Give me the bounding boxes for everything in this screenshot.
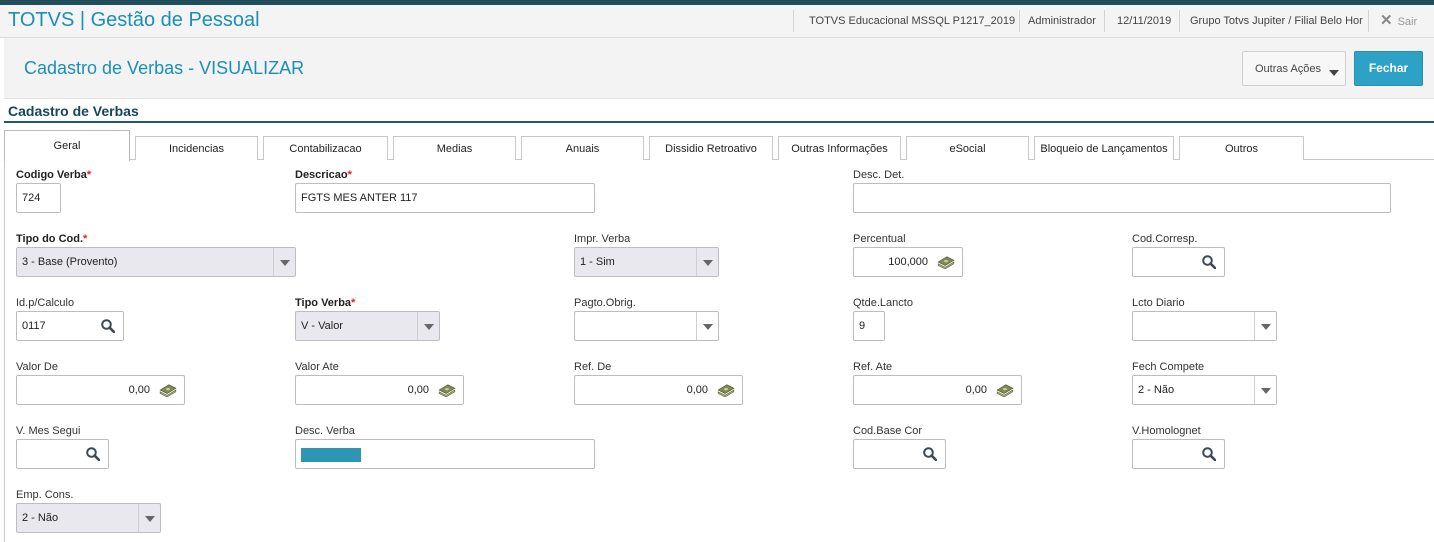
percentual-field[interactable]: 100,000 xyxy=(853,247,963,277)
money-icon[interactable] xyxy=(158,383,178,397)
logout-button[interactable]: ✕ Sair xyxy=(1380,5,1417,37)
header-divider xyxy=(1019,10,1020,32)
pagto-obrig-label: Pagto.Obrig. xyxy=(574,297,636,309)
company-branch[interactable]: Grupo Totvs Jupiter / Filial Belo Hor xyxy=(1190,5,1363,37)
tab-bloqueio-lancamentos[interactable]: Bloqueio de Lançamentos xyxy=(1034,136,1174,160)
cod-base-cor-label: Cod.Base Cor xyxy=(853,425,923,437)
ref-ate-field[interactable]: 0,00 xyxy=(853,375,1022,405)
desc-verba-label: Desc. Verba xyxy=(295,425,355,437)
money-icon[interactable] xyxy=(716,383,736,397)
tab-geral[interactable]: Geral xyxy=(4,130,130,161)
tipo-verba-label: Tipo Verba* xyxy=(295,297,356,309)
percentual-label: Percentual xyxy=(853,233,906,245)
tipo-cod-label: Tipo do Cod.* xyxy=(16,233,88,245)
search-icon[interactable] xyxy=(101,319,115,333)
v-mes-segui-label: V. Mes Segui xyxy=(16,425,81,437)
valor-ate-field[interactable]: 0,00 xyxy=(295,375,464,405)
user-name[interactable]: Administrador xyxy=(1028,5,1096,37)
chevron-down-icon xyxy=(417,312,439,340)
chevron-down-icon xyxy=(138,504,160,532)
tipo-cod-select[interactable]: 3 - Base (Provento) xyxy=(16,247,296,277)
other-actions-button[interactable]: Outras Ações xyxy=(1242,51,1346,86)
valor-ate-label: Valor Ate xyxy=(295,361,339,373)
cod-corresp-field[interactable] xyxy=(1132,247,1225,277)
ref-de-label: Ref. De xyxy=(574,361,612,373)
search-icon[interactable] xyxy=(923,447,937,461)
section-divider xyxy=(4,121,1434,123)
desc-det-field[interactable] xyxy=(853,183,1391,213)
search-icon[interactable] xyxy=(86,447,100,461)
tab-outros[interactable]: Outros xyxy=(1179,136,1304,160)
chevron-down-icon xyxy=(273,248,295,276)
chevron-down-icon xyxy=(696,248,718,276)
impr-verba-label: Impr. Verba xyxy=(574,233,631,245)
id-calculo-label: Id.p/Calculo xyxy=(16,297,75,309)
page-titlebar: Cadastro de Verbas - VISUALIZAR Outras A… xyxy=(4,38,1434,99)
chevron-down-icon xyxy=(1254,376,1276,404)
lcto-diario-select[interactable] xyxy=(1132,311,1277,341)
ref-ate-label: Ref. Ate xyxy=(853,361,893,373)
system-date[interactable]: 12/11/2019 xyxy=(1117,5,1171,37)
fech-compete-label: Fech Compete xyxy=(1132,361,1205,373)
money-icon[interactable] xyxy=(437,383,457,397)
close-button[interactable]: Fechar xyxy=(1354,51,1423,86)
fech-compete-select[interactable]: 2 - Não xyxy=(1132,375,1277,405)
logout-label: Sair xyxy=(1397,16,1418,28)
valor-de-label: Valor De xyxy=(16,361,58,373)
money-icon[interactable] xyxy=(995,383,1015,397)
codigo-verba-label: Codigo Verba* xyxy=(16,169,92,181)
chevron-down-icon xyxy=(1254,312,1276,340)
app-title: TOTVS | Gestão de Pessoal xyxy=(8,9,260,31)
header-divider xyxy=(1179,10,1180,32)
tab-medias[interactable]: Medias xyxy=(393,136,516,160)
tab-contabilizacao[interactable]: Contabilizacao xyxy=(263,136,388,160)
form-panel xyxy=(4,160,1434,542)
emp-cons-label: Emp. Cons. xyxy=(16,489,74,501)
environment-name: TOTVS Educacional MSSQL P1217_2019 xyxy=(809,15,1016,27)
id-calculo-field[interactable]: 0117 xyxy=(16,311,124,341)
caret-down-icon xyxy=(1329,70,1339,76)
descricao-label: Descricao* xyxy=(295,169,352,181)
tab-outras-informacoes[interactable]: Outras Informações xyxy=(778,136,901,160)
emp-cons-select[interactable]: 2 - Não xyxy=(16,503,161,533)
pagto-obrig-select[interactable] xyxy=(574,311,719,341)
cod-base-cor-field[interactable] xyxy=(853,439,946,469)
money-icon[interactable] xyxy=(936,255,956,269)
tab-incidencias[interactable]: Incidencias xyxy=(135,136,258,160)
header-divider xyxy=(793,10,794,32)
tipo-verba-select[interactable]: V - Valor xyxy=(295,311,440,341)
tab-anuais[interactable]: Anuais xyxy=(521,136,644,160)
app-header: TOTVS | Gestão de Pessoal TOTVS Educacio… xyxy=(0,5,1434,38)
desc-det-label: Desc. Det. xyxy=(853,169,905,181)
page-title: Cadastro de Verbas - VISUALIZAR xyxy=(24,58,305,78)
text-selection-highlight xyxy=(301,448,361,462)
impr-verba-select[interactable]: 1 - Sim xyxy=(574,247,719,277)
codigo-verba-field[interactable]: 724 xyxy=(16,183,61,213)
ref-de-field[interactable]: 0,00 xyxy=(574,375,743,405)
valor-de-field[interactable]: 0,00 xyxy=(16,375,185,405)
lcto-diario-label: Lcto Diario xyxy=(1132,297,1185,309)
close-icon: ✕ xyxy=(1380,12,1393,29)
tab-esocial[interactable]: eSocial xyxy=(906,136,1029,160)
search-icon[interactable] xyxy=(1202,255,1216,269)
qtde-lancto-label: Qtde.Lancto xyxy=(853,297,913,309)
v-homolognet-field[interactable] xyxy=(1132,439,1225,469)
qtde-lancto-field[interactable]: 9 xyxy=(853,311,885,341)
search-icon[interactable] xyxy=(1202,447,1216,461)
section-title: Cadastro de Verbas xyxy=(8,103,139,119)
tab-dissidio-retroativo[interactable]: Dissidio Retroativo xyxy=(649,136,773,160)
cod-corresp-label: Cod.Corresp. xyxy=(1132,233,1198,245)
chevron-down-icon xyxy=(696,312,718,340)
header-divider xyxy=(1104,10,1105,32)
desc-verba-field[interactable] xyxy=(295,439,595,469)
v-homolognet-label: V.Homolognet xyxy=(1132,425,1201,437)
descricao-field[interactable]: FGTS MES ANTER 117 xyxy=(295,183,595,213)
v-mes-segui-field[interactable] xyxy=(16,439,109,469)
other-actions-label: Outras Ações xyxy=(1255,63,1322,75)
header-divider xyxy=(1368,10,1369,32)
